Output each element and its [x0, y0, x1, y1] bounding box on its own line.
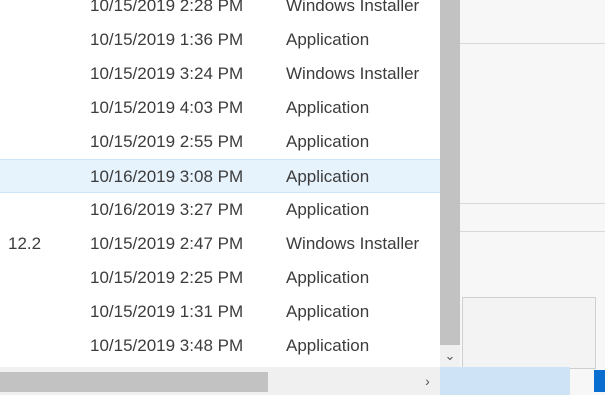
- right-pane-divider: [460, 43, 605, 44]
- version-cell: [8, 23, 78, 57]
- type-cell: Application: [286, 200, 370, 219]
- type-cell: Application: [286, 302, 370, 321]
- version-cell: [8, 91, 78, 125]
- type-cell: Application: [286, 132, 370, 151]
- installed-on-cell: 10/15/2019 3:48 PM: [90, 336, 244, 355]
- installed-on-cell: 10/15/2019 2:28 PM: [90, 0, 244, 15]
- list-row[interactable]: 10/15/2019 2:25 PM Application: [0, 261, 440, 295]
- list-row[interactable]: 10/15/2019 3:48 PM Application: [0, 329, 440, 363]
- horizontal-scroll-thumb[interactable]: [0, 372, 268, 392]
- type-cell: Application: [286, 336, 370, 355]
- right-pane-panel: [462, 297, 596, 369]
- type-cell: Application: [286, 268, 370, 287]
- right-pane-divider: [460, 203, 605, 204]
- installed-on-cell: 10/15/2019 2:47 PM: [90, 234, 244, 253]
- program-list: 10/15/2019 2:28 PM Windows Installer 10/15…: [0, 0, 440, 367]
- installed-on-cell: 10/15/2019 2:55 PM: [90, 132, 244, 151]
- list-row[interactable]: 10/15/2019 3:24 PM Windows Installer: [0, 57, 440, 91]
- list-row[interactable]: 10/15/2019 1:31 PM Application: [0, 295, 440, 329]
- version-cell: [8, 261, 78, 295]
- scroll-right-icon[interactable]: ›: [415, 367, 440, 395]
- version-cell: [8, 0, 78, 23]
- installed-on-cell: 10/16/2019 3:27 PM: [90, 200, 244, 219]
- installed-on-cell: 10/15/2019 3:24 PM: [90, 64, 244, 83]
- type-cell: Application: [286, 98, 370, 117]
- type-cell: Application: [286, 167, 370, 186]
- version-cell: [8, 295, 78, 329]
- version-cell: [8, 329, 78, 363]
- installed-on-cell: 10/15/2019 2:25 PM: [90, 268, 244, 287]
- installed-on-cell: 10/15/2019 4:03 PM: [90, 98, 244, 117]
- type-cell: Application: [286, 30, 370, 49]
- action-button[interactable]: [594, 370, 605, 392]
- version-cell: [8, 125, 78, 159]
- list-row[interactable]: 10/16/2019 3:08 PM Application: [0, 159, 440, 193]
- installed-on-cell: 10/15/2019 1:31 PM: [90, 302, 244, 321]
- status-bar: [440, 367, 570, 395]
- list-row[interactable]: 10/15/2019 1:36 PM Application: [0, 23, 440, 57]
- version-cell: 12.2: [8, 234, 42, 253]
- scroll-down-icon[interactable]: ⌄: [440, 345, 460, 367]
- list-row[interactable]: 12.2 10/15/2019 2:47 PM Windows Installer: [0, 227, 440, 261]
- list-row[interactable]: 10/16/2019 3:27 PM Application: [0, 193, 440, 227]
- list-row[interactable]: 10/15/2019 4:03 PM Application: [0, 91, 440, 125]
- list-row[interactable]: 10/15/2019 2:28 PM Windows Installer: [0, 0, 440, 23]
- type-cell: Windows Installer: [286, 234, 420, 253]
- type-cell: Windows Installer: [286, 0, 420, 15]
- version-cell: [8, 193, 78, 227]
- installed-on-cell: 10/16/2019 3:08 PM: [90, 167, 244, 186]
- type-cell: Windows Installer: [286, 64, 420, 83]
- installed-on-cell: 10/15/2019 1:36 PM: [90, 30, 244, 49]
- vertical-scroll-thumb[interactable]: [440, 0, 460, 345]
- version-cell: [8, 57, 78, 91]
- list-row[interactable]: 10/15/2019 2:55 PM Application: [0, 125, 440, 159]
- bottom-strip: [0, 395, 605, 406]
- version-cell: [8, 160, 78, 194]
- right-pane-divider: [460, 231, 605, 232]
